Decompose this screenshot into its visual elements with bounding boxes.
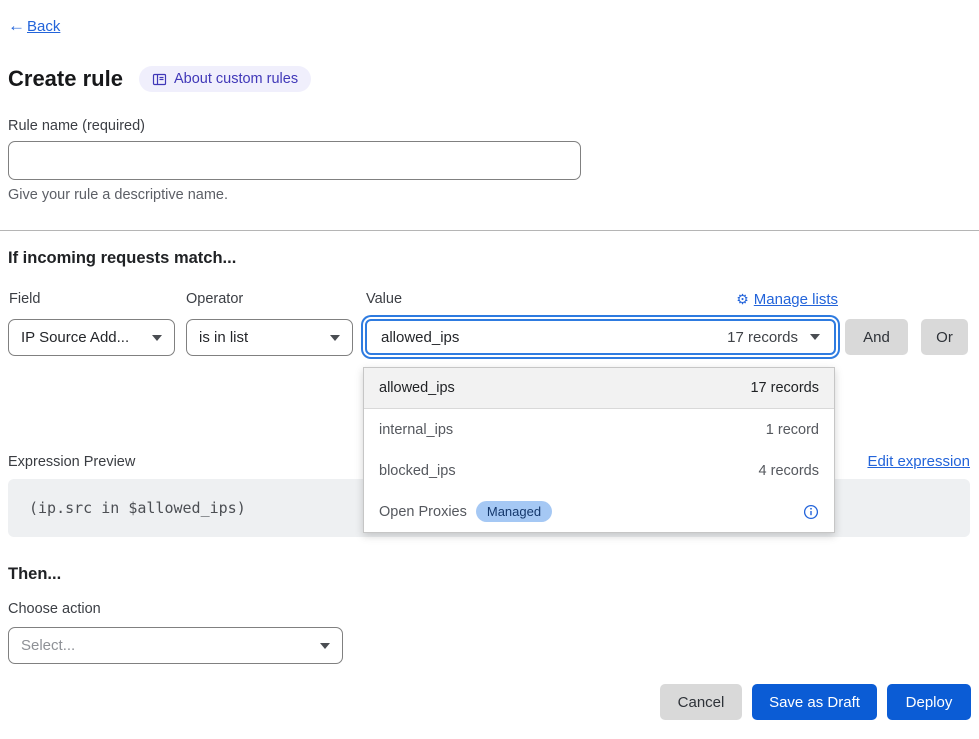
choose-action-label: Choose action <box>8 601 101 617</box>
list-item-name: internal_ips <box>379 422 453 438</box>
deploy-button[interactable]: Deploy <box>887 684 971 720</box>
field-select[interactable]: IP Source Add... <box>8 319 175 356</box>
rule-name-input[interactable] <box>8 141 581 180</box>
field-label: Field <box>9 291 40 307</box>
rule-name-helper: Give your rule a descriptive name. <box>8 187 228 203</box>
action-select[interactable]: Select... <box>8 627 343 664</box>
rule-name-label: Rule name (required) <box>8 118 145 134</box>
value-records-count: 17 records <box>727 329 798 346</box>
section-divider <box>0 230 979 231</box>
list-item-name: Open Proxies <box>379 504 467 520</box>
field-select-value: IP Source Add... <box>21 329 129 346</box>
operator-label: Operator <box>186 291 243 307</box>
back-link[interactable]: ← Back <box>8 16 60 36</box>
edit-expression-link[interactable]: Edit expression <box>867 453 970 470</box>
list-item-open-proxies[interactable]: Open Proxies Managed <box>364 491 834 532</box>
list-item-blocked-ips[interactable]: blocked_ips 4 records <box>364 450 834 491</box>
operator-select-value: is in list <box>199 329 248 346</box>
value-combobox-value: allowed_ips <box>381 329 459 346</box>
save-as-draft-button[interactable]: Save as Draft <box>752 684 877 720</box>
page-title: Create rule <box>8 66 123 92</box>
about-custom-rules-link[interactable]: About custom rules <box>139 66 311 92</box>
gear-icon: ⚙ <box>736 291 749 308</box>
back-arrow-icon: ← <box>8 16 25 36</box>
list-item-record-count: 4 records <box>759 463 819 479</box>
managed-badge: Managed <box>476 501 552 522</box>
manage-lists-label: Manage lists <box>754 291 838 308</box>
about-badge-label: About custom rules <box>174 71 298 87</box>
chevron-down-icon <box>320 643 330 649</box>
operator-select[interactable]: is in list <box>186 319 353 356</box>
and-button[interactable]: And <box>845 319 908 355</box>
manage-lists-link[interactable]: ⚙ Manage lists <box>736 291 838 308</box>
chevron-down-icon <box>810 334 820 340</box>
info-icon[interactable] <box>803 504 819 520</box>
action-select-placeholder: Select... <box>21 637 75 654</box>
value-label: Value <box>366 291 402 307</box>
title-row: Create rule About custom rules <box>8 66 311 92</box>
edit-expression-label: Edit expression <box>867 453 970 470</box>
list-item-allowed-ips[interactable]: allowed_ips 17 records <box>364 368 834 409</box>
expression-code: (ip.src in $allowed_ips) <box>29 499 246 517</box>
expression-preview-label: Expression Preview <box>8 454 135 470</box>
chevron-down-icon <box>330 335 340 341</box>
list-item-internal-ips[interactable]: internal_ips 1 record <box>364 409 834 450</box>
then-section-title: Then... <box>8 565 61 584</box>
back-link-label: Back <box>27 18 60 35</box>
book-icon <box>152 72 167 87</box>
list-item-name: blocked_ips <box>379 463 456 479</box>
value-dropdown-panel: allowed_ips 17 records internal_ips 1 re… <box>363 367 835 533</box>
match-section-title: If incoming requests match... <box>8 249 236 268</box>
list-item-record-count: 1 record <box>766 422 819 438</box>
list-item-record-count: 17 records <box>750 380 819 396</box>
create-rule-page: ← Back Create rule About custom rules Ru… <box>0 0 979 739</box>
or-button[interactable]: Or <box>921 319 968 355</box>
cancel-button[interactable]: Cancel <box>660 684 742 720</box>
chevron-down-icon <box>152 335 162 341</box>
list-item-name: allowed_ips <box>379 380 455 396</box>
value-combobox[interactable]: allowed_ips 17 records <box>365 319 836 355</box>
